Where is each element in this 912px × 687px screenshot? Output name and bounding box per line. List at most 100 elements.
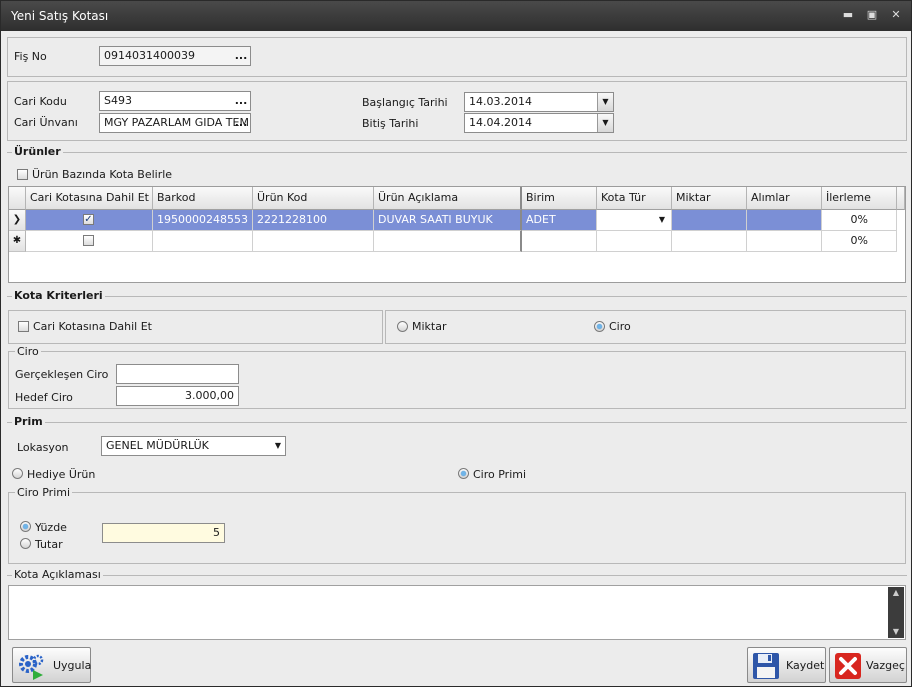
column-header-kota-tur[interactable]: Kota Tür — [597, 187, 672, 210]
column-header-alimlar[interactable]: Alımlar — [747, 187, 822, 210]
lokasyon-value: GENEL MÜDÜRLÜK — [106, 439, 209, 452]
kota-kriterleri-divider — [7, 296, 907, 297]
scroll-down-icon[interactable]: ▼ — [888, 626, 904, 638]
baslangic-tarihi-label: Başlangıç Tarihi — [362, 96, 448, 109]
cell-miktar[interactable] — [672, 210, 747, 231]
notes-scrollbar[interactable]: ▲ ▼ — [888, 587, 904, 638]
kaydet-button[interactable]: Kaydet — [747, 647, 826, 683]
urunler-divider — [7, 152, 907, 153]
urun-bazinda-label: Ürün Bazında Kota Belirle — [32, 168, 173, 181]
bitis-tarihi-value: 14.04.2014 — [469, 116, 532, 129]
column-header-barkod[interactable]: Barkod — [153, 187, 253, 210]
uygula-label: Uygula — [53, 659, 92, 672]
hediye-urun-label: Hediye Ürün — [27, 468, 96, 481]
column-header-miktar[interactable]: Miktar — [672, 187, 747, 210]
cari-kotasina-label: Cari Kotasına Dahil Et — [33, 320, 152, 333]
row-2-checkbox[interactable] — [83, 235, 94, 246]
kota-tur-chevron-down-icon[interactable]: ▼ — [659, 210, 665, 230]
kota-aciklamasi-title: Kota Açıklaması — [12, 568, 103, 581]
miktar-radio[interactable] — [397, 321, 408, 332]
cell-kota-tur[interactable]: ▼ — [597, 210, 672, 231]
cell-alimlar[interactable] — [747, 231, 822, 252]
cell-urun-aciklama[interactable] — [374, 231, 522, 252]
ciro-primi-title: Ciro Primi — [15, 486, 73, 499]
bitis-chevron-down-icon[interactable]: ▼ — [597, 114, 613, 132]
kriter-radio-panel: Miktar Ciro — [385, 310, 906, 344]
gears-icon — [19, 654, 44, 680]
cancel-icon — [835, 653, 861, 679]
ciro-primi-label: Ciro Primi — [473, 468, 527, 481]
hedef-ciro-field[interactable]: 3.000,00 — [116, 386, 239, 406]
urun-bazinda-checkbox[interactable] — [17, 169, 28, 180]
fis-no-ellipsis-icon[interactable]: ... — [234, 47, 248, 65]
cell-barkod[interactable] — [153, 231, 253, 252]
baslangic-tarihi-field[interactable]: 14.03.2014 ▼ — [464, 92, 614, 112]
column-header-urun-kod[interactable]: Ürün Kod — [253, 187, 374, 210]
yuzde-label: Yüzde — [35, 521, 67, 534]
yuzde-radio[interactable] — [20, 521, 31, 532]
row-1-checkbox[interactable]: ✓ — [83, 214, 94, 225]
cell-alimlar[interactable] — [747, 210, 822, 231]
lokasyon-chevron-down-icon[interactable]: ▼ — [275, 437, 281, 455]
urunler-grid: Cari Kotasına Dahil Et Barkod Ürün Kod Ü… — [8, 186, 906, 283]
cell-urun-aciklama[interactable]: DUVAR SAATI BUYUK — [374, 210, 522, 231]
bitis-tarihi-label: Bitiş Tarihi — [362, 117, 419, 130]
cell-miktar[interactable] — [672, 231, 747, 252]
table-row[interactable]: ✓ — [26, 210, 153, 231]
kaydet-label: Kaydet — [786, 659, 825, 672]
hedef-ciro-value: 3.000,00 — [185, 389, 234, 402]
scroll-up-icon[interactable]: ▲ — [888, 587, 904, 599]
lokasyon-select[interactable]: GENEL MÜDÜRLÜK ▼ — [101, 436, 286, 456]
cari-unvani-label: Cari Ünvanı — [14, 116, 78, 129]
ciro-label: Ciro — [609, 320, 631, 333]
ciro-title: Ciro — [15, 345, 41, 358]
cell-urun-kod[interactable]: 2221228100 — [253, 210, 374, 231]
prim-divider — [7, 422, 907, 423]
prim-deger-value: 5 — [213, 526, 220, 539]
cell-birim[interactable]: ADET — [522, 210, 597, 231]
cari-panel: Cari Kodu S493 ... Cari Ünvanı MGY PAZAR… — [7, 81, 907, 141]
column-header-urun-aciklama[interactable]: Ürün Açıklama — [374, 187, 522, 210]
fis-no-field[interactable]: 0914031400039 ... — [99, 46, 251, 66]
kota-aciklamasi-textarea[interactable]: ▲ ▼ — [8, 585, 906, 640]
minimize-icon[interactable]: ▬ — [839, 7, 857, 23]
ciro-primi-radio[interactable] — [458, 468, 469, 479]
gerceklesen-ciro-field[interactable] — [116, 364, 239, 384]
floppy-disk-icon — [753, 653, 779, 679]
column-header-cari-kotasina[interactable]: Cari Kotasına Dahil Et — [26, 187, 153, 210]
cari-unvani-ellipsis-icon[interactable]: ... — [234, 114, 248, 132]
cell-birim[interactable] — [522, 231, 597, 252]
column-header-ilerleme[interactable]: İlerleme — [822, 187, 897, 210]
tutar-radio[interactable] — [20, 538, 31, 549]
baslangic-chevron-down-icon[interactable]: ▼ — [597, 93, 613, 111]
window: Yeni Satış Kotası ▬ ▣ ✕ Fiş No 091403140… — [0, 0, 912, 687]
cell-urun-kod[interactable] — [253, 231, 374, 252]
cari-kodu-value: S493 — [104, 94, 132, 107]
cell-barkod[interactable]: 1950000248553 — [153, 210, 253, 231]
cell-kota-tur[interactable] — [597, 231, 672, 252]
prim-deger-input[interactable]: 5 — [102, 523, 225, 543]
column-header-birim[interactable]: Birim — [522, 187, 597, 210]
fis-no-label: Fiş No — [14, 50, 47, 63]
hediye-urun-radio[interactable] — [12, 468, 23, 479]
close-icon[interactable]: ✕ — [887, 7, 905, 23]
cari-unvani-field[interactable]: MGY PAZARLAM GIDA TEM ... — [99, 113, 251, 133]
uygula-button[interactable]: Uygula — [12, 647, 91, 683]
cell-ilerleme: 0% — [822, 210, 897, 231]
maximize-icon[interactable]: ▣ — [863, 7, 881, 23]
row-indicator-new-icon[interactable]: ✱ — [9, 231, 26, 252]
vazgec-button[interactable]: Vazgeç — [829, 647, 907, 683]
hedef-ciro-label: Hedef Ciro — [15, 391, 73, 404]
vazgec-label: Vazgeç — [866, 659, 905, 672]
ciro-radio[interactable] — [594, 321, 605, 332]
cari-kodu-ellipsis-icon[interactable]: ... — [234, 92, 248, 110]
miktar-label: Miktar — [412, 320, 447, 333]
table-row[interactable] — [26, 231, 153, 252]
row-indicator-current-icon[interactable]: ❯ — [9, 210, 26, 231]
bitis-tarihi-field[interactable]: 14.04.2014 ▼ — [464, 113, 614, 133]
lokasyon-label: Lokasyon — [17, 441, 69, 454]
cari-kodu-label: Cari Kodu — [14, 95, 67, 108]
cari-kotasina-checkbox[interactable] — [18, 321, 29, 332]
cari-kodu-field[interactable]: S493 ... — [99, 91, 251, 111]
kota-kriterleri-title: Kota Kriterleri — [12, 289, 105, 302]
